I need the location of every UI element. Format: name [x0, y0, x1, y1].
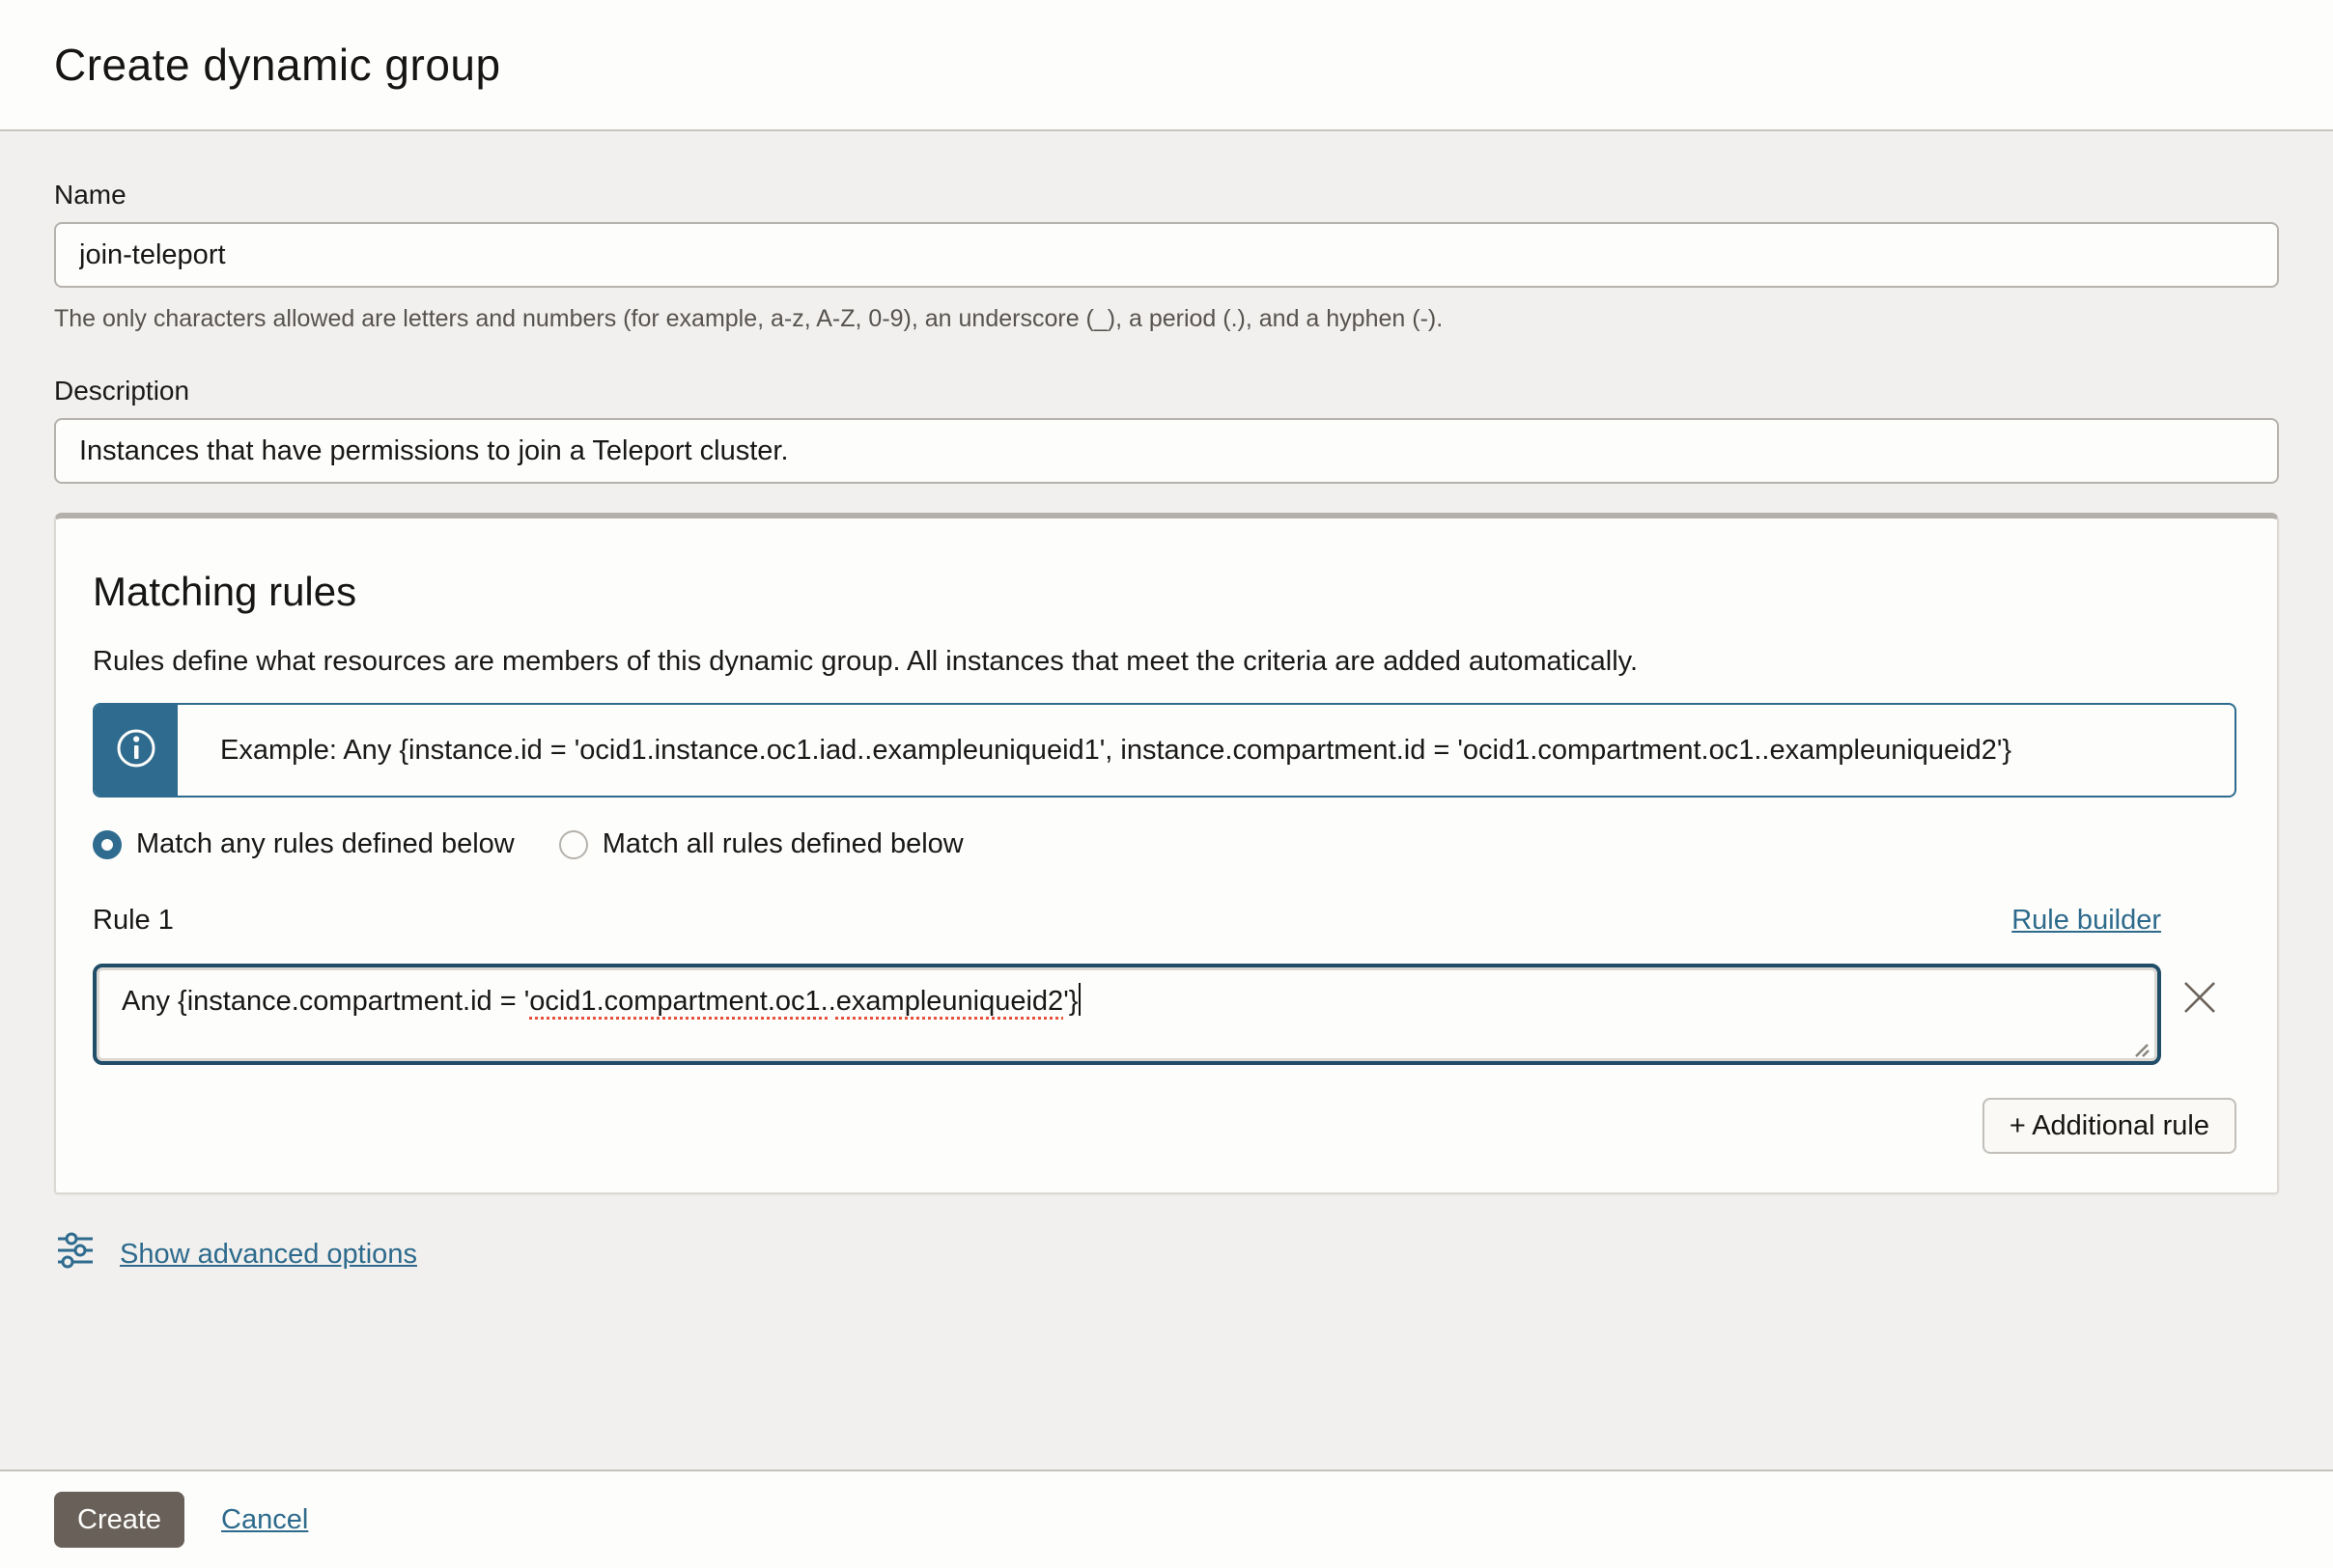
description-label: Description	[54, 376, 2279, 406]
rule-1-block: Rule 1 Rule builder Any {instance.compar…	[93, 905, 2236, 1065]
rule-text-misspelled-1: ocid1.compartment.oc1.	[529, 986, 828, 1017]
text-cursor	[1079, 983, 1081, 1016]
info-badge	[95, 705, 178, 796]
match-any-radio-label: Match any rules defined below	[136, 828, 515, 860]
create-button[interactable]: Create	[54, 1492, 184, 1548]
cancel-link[interactable]: Cancel	[221, 1504, 308, 1536]
radio-unselected-icon[interactable]	[559, 830, 588, 859]
show-advanced-options-link[interactable]: Show advanced options	[120, 1239, 417, 1271]
rule-actions-row: + Additional rule	[93, 1098, 2236, 1154]
form-body: Name The only characters allowed are let…	[0, 131, 2333, 1470]
match-any-radio-option[interactable]: Match any rules defined below	[93, 828, 515, 860]
sliders-icon	[56, 1231, 95, 1277]
match-all-radio-label: Match all rules defined below	[603, 828, 964, 860]
remove-rule-button[interactable]	[2182, 980, 2217, 1015]
description-field-group: Description	[54, 376, 2279, 484]
page-header: Create dynamic group	[0, 0, 2333, 131]
additional-rule-button[interactable]: + Additional rule	[1982, 1098, 2236, 1154]
rule-text-misspelled-2: exampleuniqueid2	[836, 986, 1063, 1017]
match-mode-radio-group: Match any rules defined below Match all …	[93, 828, 2236, 860]
info-icon	[115, 727, 157, 774]
matching-rules-title: Matching rules	[93, 569, 2236, 615]
matching-rules-card: Matching rules Rules define what resourc…	[54, 513, 2279, 1194]
rule-1-main: Rule 1 Rule builder Any {instance.compar…	[93, 905, 2161, 1065]
name-field-group: Name The only characters allowed are let…	[54, 180, 2279, 333]
advanced-options-row: Show advanced options	[54, 1231, 2279, 1277]
rule-1-textarea[interactable]: Any {instance.compartment.id = 'ocid1.co…	[93, 964, 2161, 1065]
rule-1-header: Rule 1 Rule builder	[93, 905, 2161, 937]
page-footer: Create Cancel	[0, 1470, 2333, 1568]
close-icon	[2182, 1003, 2217, 1018]
name-input[interactable]	[54, 222, 2279, 288]
description-input[interactable]	[54, 418, 2279, 484]
radio-selected-icon[interactable]	[93, 830, 122, 859]
match-all-radio-option[interactable]: Match all rules defined below	[559, 828, 964, 860]
rule-text-mid: .	[829, 986, 836, 1017]
matching-rules-intro: Rules define what resources are members …	[93, 646, 2236, 678]
rule-text-suffix: '}	[1063, 986, 1078, 1017]
rule-text-prefix: Any {instance.compartment.id = '	[122, 986, 529, 1017]
rule-builder-link[interactable]: Rule builder	[2011, 905, 2161, 937]
example-text: Example: Any {instance.id = 'ocid1.insta…	[178, 705, 2040, 796]
example-info-banner: Example: Any {instance.id = 'ocid1.insta…	[93, 703, 2236, 798]
name-helper-text: The only characters allowed are letters …	[54, 305, 2279, 333]
name-label: Name	[54, 180, 2279, 210]
resize-handle-icon[interactable]	[2128, 1034, 2151, 1057]
rule-1-label: Rule 1	[93, 905, 174, 937]
page-title: Create dynamic group	[54, 39, 501, 91]
